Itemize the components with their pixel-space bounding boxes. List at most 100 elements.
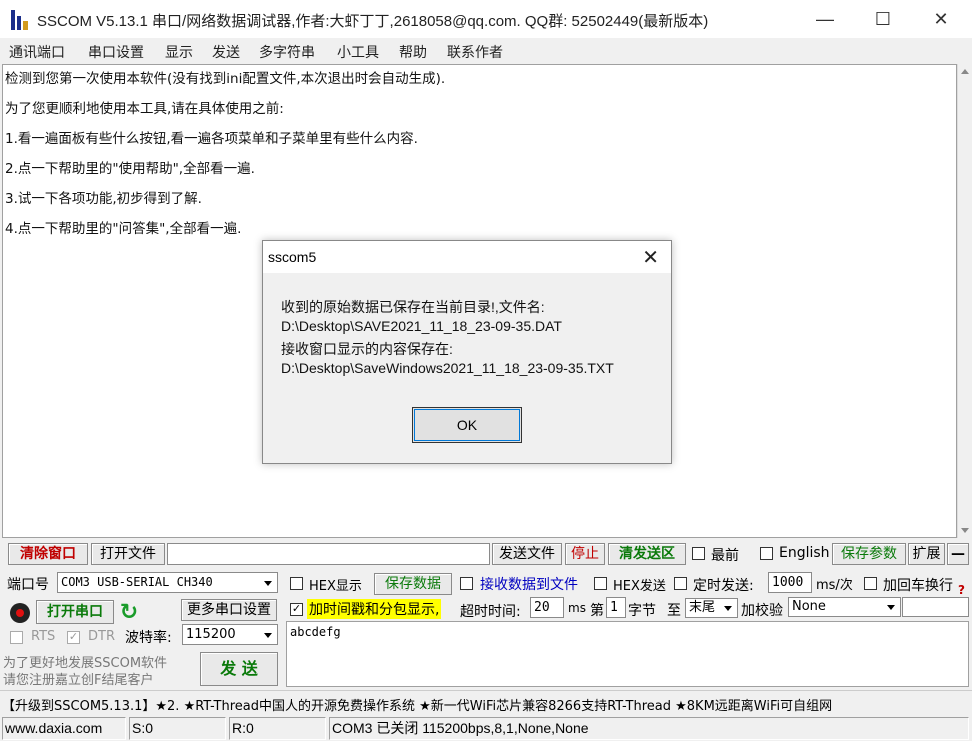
more-serial-settings-button[interactable]: 更多串口设置 — [181, 599, 277, 621]
send-button[interactable]: 发 送 — [200, 652, 278, 686]
menu-item-help[interactable]: 帮助 — [399, 42, 427, 62]
receive-scrollbar[interactable] — [957, 64, 972, 538]
send-text-content: abcdefg — [290, 625, 341, 639]
dtr-checkbox[interactable]: ✓ — [67, 631, 80, 644]
receive-line: 3.试一下各项功能,初步得到了解. — [5, 191, 202, 207]
english-label: English — [779, 545, 830, 561]
end-select-value: 末尾 — [689, 600, 716, 615]
close-button[interactable]: ✕ — [912, 0, 970, 38]
menu-item-multi-string[interactable]: 多字符串 — [259, 42, 315, 62]
record-icon — [10, 603, 30, 623]
byte-index-input[interactable]: 1 — [606, 597, 626, 618]
recv-to-file-label: 接收数据到文件 — [480, 577, 578, 593]
receive-line: 4.点一下帮助里的"问答集",全部看一遍. — [5, 221, 242, 237]
timeout-label: 超时时间: — [460, 604, 521, 620]
app-logo-icon — [11, 10, 29, 30]
topmost-label: 最前 — [711, 548, 739, 564]
port-label: 端口号 — [7, 577, 49, 593]
ok-button[interactable]: OK — [412, 407, 522, 443]
receive-line: 2.点一下帮助里的"使用帮助",全部看一遍. — [5, 161, 255, 177]
dialog-title: sscom5 — [268, 249, 317, 265]
rts-label: RTS — [31, 629, 56, 644]
help-icon[interactable]: ? — [958, 583, 965, 597]
add-crlf-label: 加回车换行 — [883, 578, 953, 594]
timed-interval-input[interactable]: 1000 — [768, 572, 812, 593]
file-path-input[interactable] — [167, 543, 490, 565]
receive-line: 1.看一遍面板有些什么按钮,看一遍各项菜单和子菜单里有些什么内容. — [5, 131, 418, 147]
menu-item-display[interactable]: 显示 — [165, 42, 193, 62]
dialog-message-line: D:\Desktop\SaveWindows2021_11_18_23-09-3… — [281, 360, 614, 376]
status-sent-count: S:0 — [129, 717, 226, 740]
baud-select[interactable]: 115200 — [182, 624, 278, 645]
hex-display-checkbox[interactable] — [290, 577, 303, 590]
promo-line-2: 请您注册嘉立创F结尾客户 — [3, 673, 154, 688]
collapse-button[interactable]: — — [947, 543, 969, 565]
title-bar: SSCOM V5.13.1 串口/网络数据调试器,作者:大虾丁丁,2618058… — [0, 0, 972, 38]
maximize-button[interactable]: ☐ — [854, 0, 912, 38]
byte-suffix-label: 字节 — [628, 603, 656, 619]
refresh-icon[interactable]: ↻ — [118, 601, 140, 623]
dialog-message-line: 接收窗口显示的内容保存在: — [281, 341, 453, 357]
menu-item-serial-settings[interactable]: 串口设置 — [88, 42, 144, 62]
receive-line: 检测到您第一次使用本软件(没有找到ini配置文件,本次退出时会自动生成). — [5, 71, 446, 87]
save-data-button[interactable]: 保存数据 — [374, 573, 452, 595]
add-crlf-checkbox[interactable] — [864, 577, 877, 590]
expand-button[interactable]: 扩展 — [908, 543, 945, 565]
baud-label: 波特率: — [125, 630, 172, 646]
chevron-down-icon[interactable] — [720, 599, 737, 617]
topmost-checkbox[interactable] — [692, 547, 705, 560]
window-title: SSCOM V5.13.1 串口/网络数据调试器,作者:大虾丁丁,2618058… — [37, 13, 709, 30]
news-ticker[interactable]: 【升级到SSCOM5.13.1】★2. ★RT-Thread中国人的开源免费操作… — [0, 690, 972, 714]
to-label: 至 — [667, 603, 681, 619]
open-port-button[interactable]: 打开串口 — [36, 600, 114, 624]
scroll-up-icon[interactable] — [961, 69, 969, 74]
menu-item-comm-port[interactable]: 通讯端口 — [9, 42, 65, 62]
chevron-down-icon[interactable] — [260, 573, 277, 592]
baud-select-value: 115200 — [186, 627, 236, 642]
dialog-title-bar: sscom5 ✕ — [263, 241, 671, 273]
clear-window-button[interactable]: 清除窗口 — [8, 543, 88, 565]
hex-display-label: HEX显示 — [309, 579, 362, 594]
timestamp-label: 加时间戳和分包显示, — [307, 599, 442, 619]
timestamp-checkbox[interactable]: ✓ — [290, 603, 303, 616]
timed-send-checkbox[interactable] — [674, 577, 687, 590]
menu-item-contact-author[interactable]: 联系作者 — [447, 42, 503, 62]
stop-button[interactable]: 停止 — [565, 543, 605, 565]
send-file-button[interactable]: 发送文件 — [492, 543, 562, 565]
open-file-button[interactable]: 打开文件 — [91, 543, 165, 565]
timeout-unit-label: ms — [568, 601, 586, 615]
english-checkbox[interactable] — [760, 547, 773, 560]
dialog-message-line: 收到的原始数据已保存在当前目录!,文件名: — [281, 299, 545, 315]
send-text-area[interactable]: abcdefg — [286, 621, 969, 687]
minimize-button[interactable]: — — [796, 0, 854, 38]
checksum-select[interactable]: None — [788, 597, 901, 617]
status-port-info: COM3 已关闭 115200bps,8,1,None,None — [329, 717, 969, 740]
status-bar: www.daxia.com S:0 R:0 COM3 已关闭 115200bps… — [0, 715, 972, 741]
hex-send-label: HEX发送 — [613, 579, 666, 594]
status-website[interactable]: www.daxia.com — [2, 717, 126, 740]
save-info-dialog: sscom5 ✕ 收到的原始数据已保存在当前目录!,文件名: D:\Deskto… — [262, 240, 672, 464]
dialog-close-icon[interactable]: ✕ — [642, 245, 659, 270]
dialog-message-line: D:\Desktop\SAVE2021_11_18_23-09-35.DAT — [281, 318, 562, 334]
clear-send-area-button[interactable]: 清发送区 — [608, 543, 686, 565]
checksum-result-field[interactable] — [902, 597, 969, 617]
dtr-label: DTR — [88, 629, 115, 644]
scroll-down-icon[interactable] — [961, 528, 969, 533]
hex-send-checkbox[interactable] — [594, 577, 607, 590]
rts-checkbox[interactable] — [10, 631, 23, 644]
recv-to-file-checkbox[interactable] — [460, 577, 473, 590]
port-select[interactable]: COM3 USB-SERIAL CH340 — [57, 572, 278, 593]
chevron-down-icon[interactable] — [883, 598, 900, 616]
end-select[interactable]: 末尾 — [685, 598, 738, 618]
timeout-input[interactable]: 20 — [530, 597, 564, 618]
receive-line: 为了您更顺利地使用本工具,请在具体使用之前: — [5, 101, 284, 117]
menu-item-send[interactable]: 发送 — [212, 42, 240, 62]
save-params-button[interactable]: 保存参数 — [832, 543, 906, 565]
status-received-count: R:0 — [229, 717, 326, 740]
byte-prefix-label: 第 — [590, 603, 604, 619]
interval-unit-label: ms/次 — [816, 578, 853, 593]
chevron-down-icon[interactable] — [260, 625, 277, 644]
news-ticker-text: 【升级到SSCOM5.13.1】★2. ★RT-Thread中国人的开源免费操作… — [2, 699, 833, 714]
menu-item-tools[interactable]: 小工具 — [337, 42, 379, 62]
checksum-select-value: None — [792, 599, 826, 614]
